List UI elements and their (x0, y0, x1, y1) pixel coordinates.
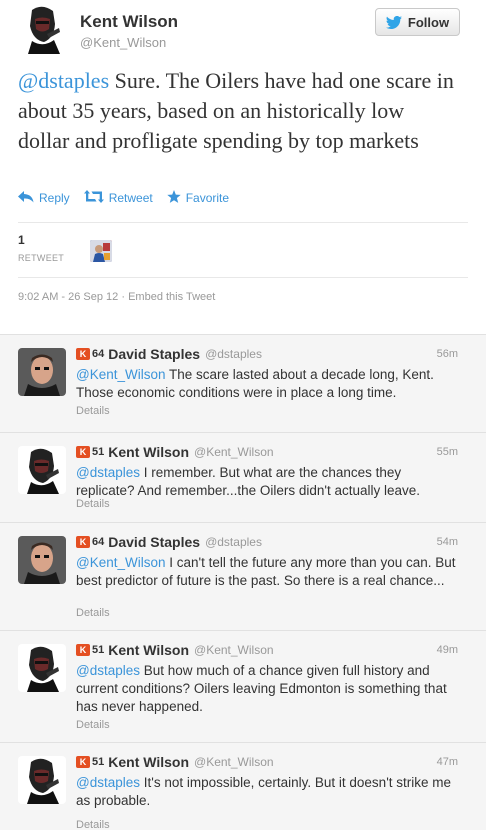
favorite-label: Favorite (185, 191, 230, 205)
reply-meta: K 64 David Staples @dstaples (76, 346, 262, 362)
reply-avatar[interactable] (18, 348, 66, 396)
reply-author-handle[interactable]: @dstaples (205, 535, 262, 549)
follow-button[interactable]: Follow (375, 8, 460, 36)
klout-score: 64 (92, 536, 105, 548)
reply-mention-link[interactable]: @Kent_Wilson (76, 555, 166, 570)
reply-mention-link[interactable]: @dstaples (76, 663, 140, 678)
reply-meta: K 64 David Staples @dstaples (76, 534, 262, 550)
klout-icon: K (76, 644, 90, 656)
reply-icon (18, 190, 34, 206)
reply-meta: K 51 Kent Wilson @Kent_Wilson (76, 444, 274, 460)
reply-mention-link[interactable]: @Kent_Wilson (76, 367, 166, 382)
retweet-label: Retweet (108, 191, 153, 205)
reply-author-handle[interactable]: @Kent_Wilson (194, 643, 274, 657)
reply-time[interactable]: 49m (437, 644, 458, 656)
star-icon (167, 189, 181, 207)
klout-icon: K (76, 348, 90, 360)
embed-tweet-link[interactable]: Embed this Tweet (128, 291, 215, 303)
reply-time[interactable]: 54m (437, 536, 458, 548)
twitter-bird-icon (385, 15, 402, 29)
reply-mention-link[interactable]: @dstaples (76, 775, 140, 790)
reply-text: @dstaples It's not impossible, certainly… (76, 774, 461, 810)
retweet-count: 1 (18, 233, 25, 247)
reply-author-name[interactable]: David Staples (108, 346, 200, 362)
reply-item[interactable]: K 64 David Staples @dstaples 56m @Kent_W… (0, 335, 486, 433)
tweet-timestamp[interactable]: 9:02 AM - 26 Sep 12 (18, 291, 118, 303)
reply-author-name[interactable]: David Staples (108, 534, 200, 550)
reply-text: @dstaples I remember. But what are the c… (76, 464, 461, 500)
reply-text: @dstaples But how much of a chance given… (76, 662, 461, 716)
reply-author-handle[interactable]: @dstaples (205, 347, 262, 361)
reply-author-handle[interactable]: @Kent_Wilson (194, 755, 274, 769)
tweet-header: Kent Wilson @Kent_Wilson Follow (18, 4, 478, 60)
divider (18, 222, 468, 223)
retweet-button[interactable]: Retweet (83, 190, 153, 206)
tweet-timestamp-row: 9:02 AM - 26 Sep 12 · Embed this Tweet (18, 291, 215, 303)
reply-time[interactable]: 56m (437, 348, 458, 360)
reply-author-name[interactable]: Kent Wilson (108, 642, 189, 658)
klout-icon: K (76, 446, 90, 458)
klout-score: 64 (92, 348, 105, 360)
author-name[interactable]: Kent Wilson (80, 12, 178, 32)
reply-item[interactable]: K 51 Kent Wilson @Kent_Wilson 55m @dstap… (0, 433, 486, 523)
reply-avatar[interactable] (18, 756, 66, 804)
reply-avatar[interactable] (18, 536, 66, 584)
reply-text: @Kent_Wilson The scare lasted about a de… (76, 366, 461, 402)
author-avatar[interactable] (18, 4, 68, 54)
reply-author-handle[interactable]: @Kent_Wilson (194, 445, 274, 459)
divider (18, 277, 468, 278)
tweet-mention-link[interactable]: @dstaples (18, 68, 109, 93)
reply-details-link[interactable]: Details (76, 719, 110, 731)
reply-label: Reply (39, 191, 70, 205)
author-handle[interactable]: @Kent_Wilson (80, 35, 166, 50)
reply-meta: K 51 Kent Wilson @Kent_Wilson (76, 642, 274, 658)
klout-score: 51 (92, 756, 105, 768)
reply-avatar[interactable] (18, 644, 66, 692)
reply-author-name[interactable]: Kent Wilson (108, 754, 189, 770)
reply-button[interactable]: Reply (18, 190, 70, 206)
reply-time[interactable]: 55m (437, 446, 458, 458)
reply-time[interactable]: 47m (437, 756, 458, 768)
replies-list: K 64 David Staples @dstaples 56m @Kent_W… (0, 334, 486, 830)
reply-item[interactable]: K 51 Kent Wilson @Kent_Wilson 49m @dstap… (0, 631, 486, 743)
retweet-count-label: RETWEET (18, 253, 65, 263)
tweet-text: @dstaples Sure. The Oilers have had one … (18, 66, 458, 156)
reply-details-link[interactable]: Details (76, 498, 110, 510)
favorite-button[interactable]: Favorite (167, 189, 230, 207)
klout-score: 51 (92, 644, 105, 656)
reply-meta: K 51 Kent Wilson @Kent_Wilson (76, 754, 274, 770)
retweeter-avatar[interactable] (90, 240, 112, 262)
reply-author-name[interactable]: Kent Wilson (108, 444, 189, 460)
retweet-stats[interactable]: 1 RETWEET (18, 233, 64, 263)
reply-item[interactable]: K 51 Kent Wilson @Kent_Wilson 47m @dstap… (0, 743, 486, 830)
retweet-icon (83, 190, 104, 206)
separator: · (118, 291, 129, 303)
reply-item[interactable]: K 64 David Staples @dstaples 54m @Kent_W… (0, 523, 486, 631)
klout-score: 51 (92, 446, 105, 458)
follow-label: Follow (407, 14, 450, 30)
reply-text: @Kent_Wilson I can't tell the future any… (76, 554, 461, 590)
reply-details-link[interactable]: Details (76, 819, 110, 830)
klout-icon: K (76, 756, 90, 768)
klout-icon: K (76, 536, 90, 548)
reply-details-link[interactable]: Details (76, 607, 110, 619)
reply-mention-link[interactable]: @dstaples (76, 465, 140, 480)
reply-avatar[interactable] (18, 446, 66, 494)
tweet-actions: Reply Retweet Favorite (18, 189, 243, 207)
reply-details-link[interactable]: Details (76, 405, 110, 417)
